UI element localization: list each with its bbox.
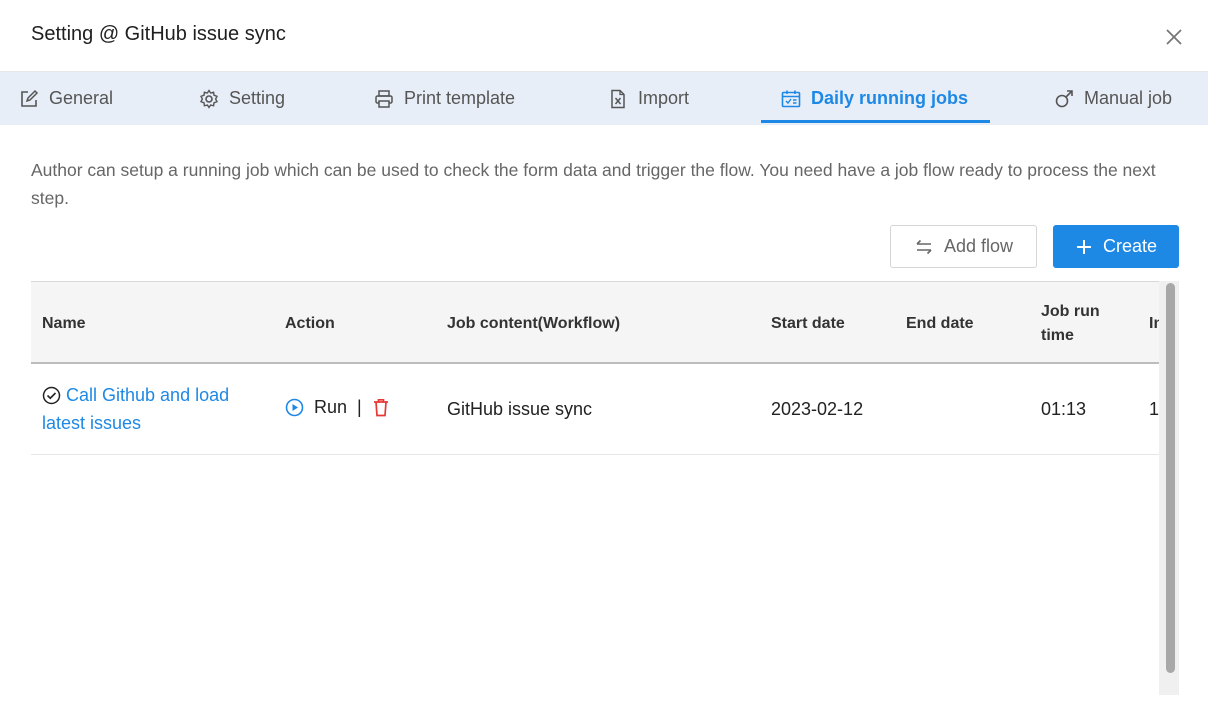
close-icon[interactable]	[1161, 24, 1187, 50]
tab-label: Print template	[404, 88, 516, 108]
edit-icon	[19, 89, 39, 109]
run-button[interactable]: Run	[285, 397, 347, 418]
add-flow-label: Add flow	[943, 236, 1014, 256]
dialog-header: Setting @ GitHub issue sync	[0, 0, 1208, 72]
tab-label: Setting	[229, 88, 286, 108]
swap-icon	[914, 238, 934, 256]
column-header-job-run-time-line1: Job run	[1041, 303, 1100, 320]
jobs-table: Name Action Job content(Workflow) Start …	[31, 281, 1179, 695]
scrollbar-thumb[interactable]	[1166, 283, 1175, 673]
calendar-check-icon	[781, 89, 801, 109]
create-label: Create	[1102, 236, 1158, 256]
check-circle-icon	[42, 386, 61, 405]
trash-icon[interactable]	[372, 398, 390, 417]
vertical-scrollbar[interactable]	[1159, 281, 1179, 695]
tab-label: Daily running jobs	[811, 88, 969, 108]
tab-print-template[interactable]: Print template	[374, 72, 515, 125]
job-name-link-line2[interactable]: latest issues	[42, 409, 229, 437]
tab-label: General	[49, 88, 114, 108]
column-header-action: Action	[285, 315, 335, 332]
action-cell: Run |	[285, 397, 390, 418]
male-icon	[1054, 89, 1074, 109]
description-text: Author can setup a running job which can…	[31, 160, 1156, 208]
excel-file-icon	[608, 89, 628, 109]
tab-label: Manual job	[1084, 88, 1173, 108]
add-flow-button[interactable]: Add flow	[890, 225, 1037, 268]
run-label: Run	[314, 397, 348, 417]
action-separator: |	[357, 397, 362, 417]
job-name-link[interactable]: Call Github and load	[66, 381, 229, 409]
dialog-title: Setting @ GitHub issue sync	[31, 23, 286, 45]
printer-icon	[374, 89, 394, 109]
tab-manual-job[interactable]: Manual job	[1054, 72, 1172, 125]
table-row: Call Github and load latest issues Run |…	[31, 366, 1159, 455]
tab-bar: General Setting Print template Import Da…	[0, 72, 1208, 125]
truncated-cell: 1	[1149, 399, 1159, 419]
play-circle-icon	[285, 398, 304, 417]
job-run-time-cell: 01:13	[1041, 399, 1087, 419]
job-name-cell: Call Github and load latest issues	[42, 381, 229, 437]
tab-general[interactable]: General	[19, 72, 113, 125]
gear-icon	[199, 88, 219, 109]
table-header: Name Action Job content(Workflow) Start …	[31, 281, 1159, 364]
tab-setting[interactable]: Setting	[199, 72, 285, 125]
column-header-job-content: Job content(Workflow)	[447, 315, 621, 332]
tab-import[interactable]: Import	[608, 72, 689, 125]
column-header-start-date: Start date	[771, 315, 845, 332]
tab-daily-running-jobs[interactable]: Daily running jobs	[781, 72, 968, 125]
active-tab-indicator	[761, 120, 990, 123]
column-header-end-date: End date	[906, 315, 974, 332]
start-date-cell: 2023-02-12	[771, 399, 864, 419]
tab-label: Import	[638, 88, 690, 108]
column-header-truncated: In	[1149, 315, 1159, 332]
job-content-cell: GitHub issue sync	[447, 399, 593, 419]
column-header-name: Name	[42, 315, 86, 332]
column-header-job-run-time-line2: time	[1041, 327, 1074, 344]
create-button[interactable]: Create	[1053, 225, 1179, 268]
plus-icon	[1075, 238, 1093, 256]
